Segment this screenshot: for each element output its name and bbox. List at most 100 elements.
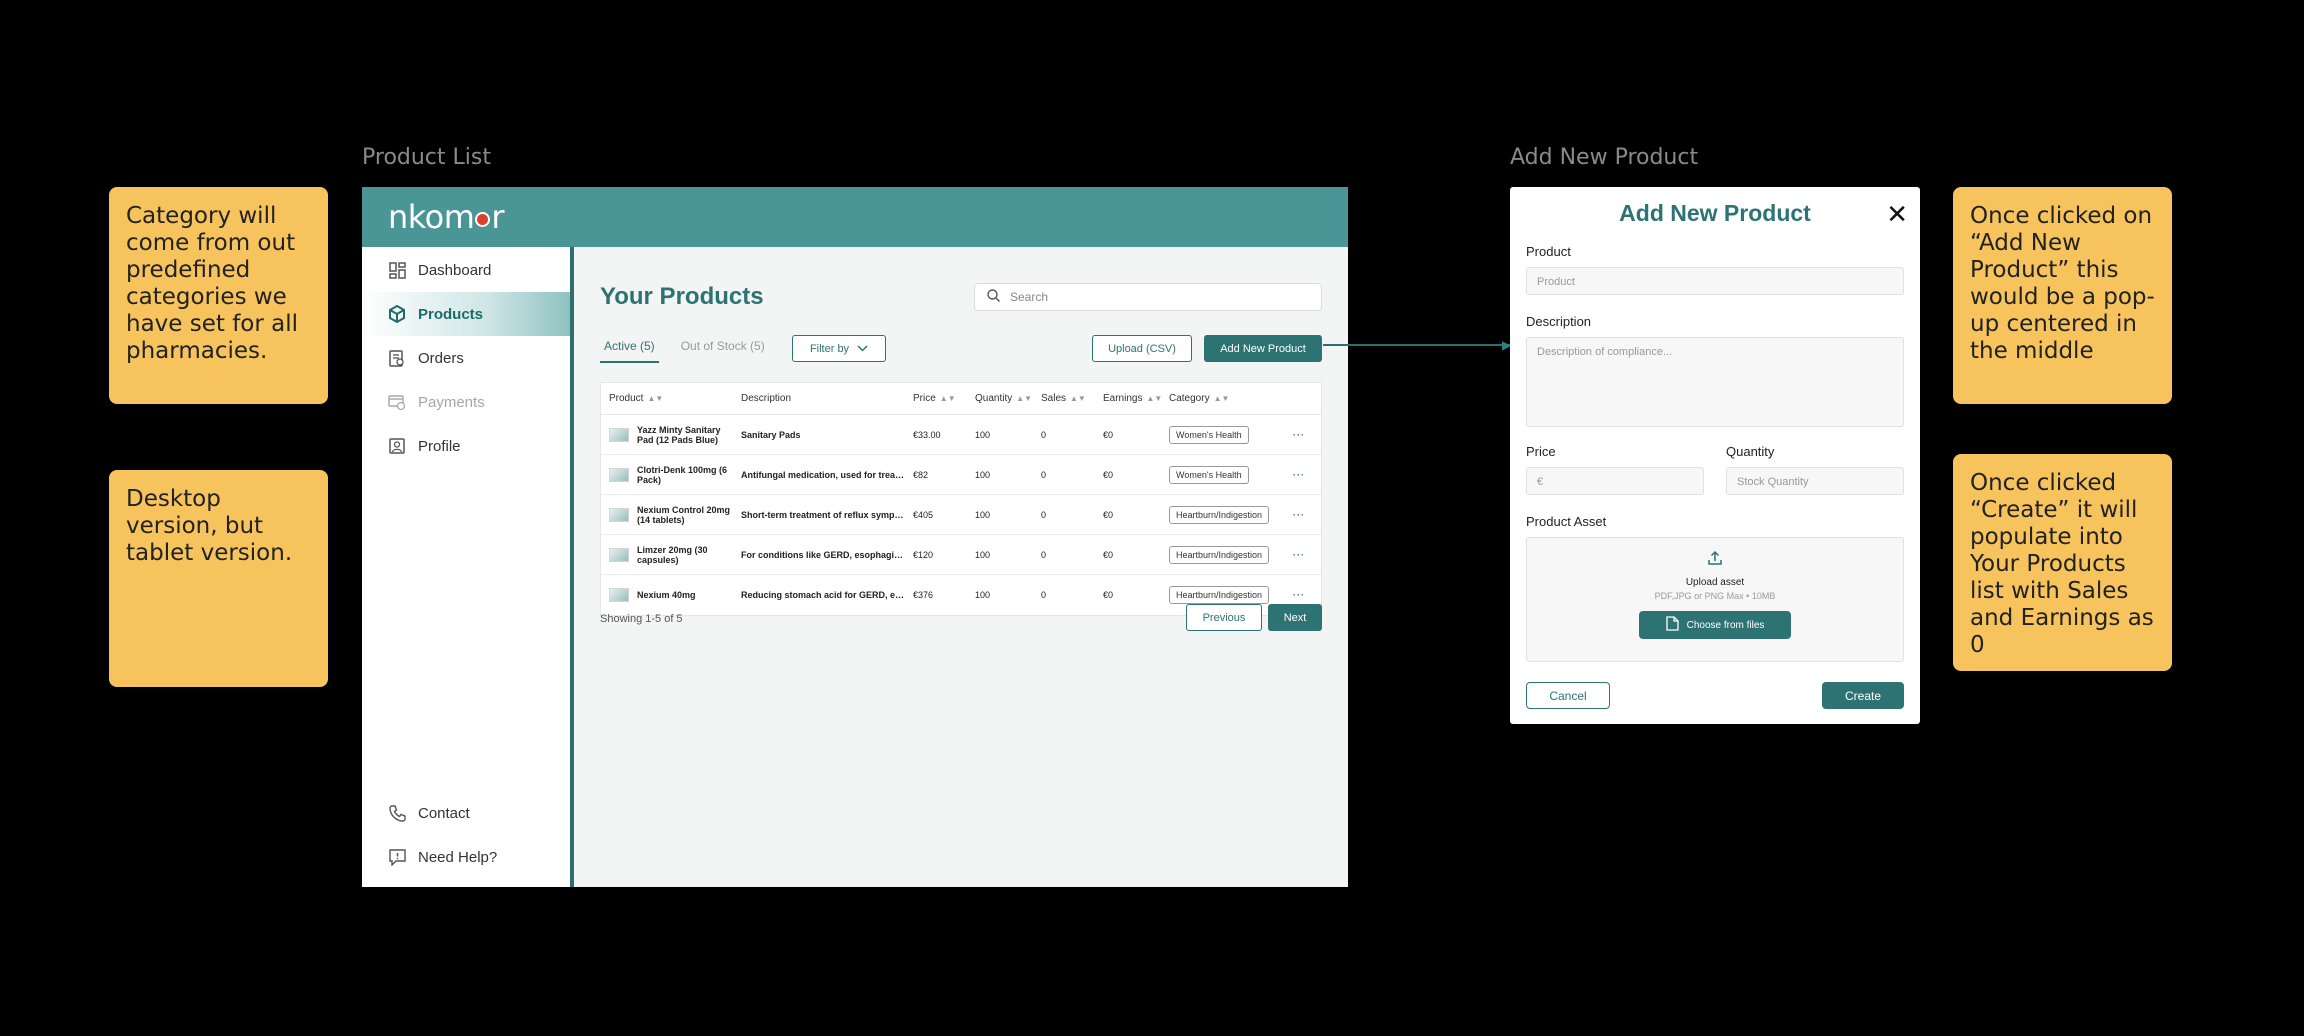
table-row[interactable]: Yazz Minty Sanitary Pad (12 Pads Blue) S… <box>601 415 1321 455</box>
asset-title: Upload asset <box>1685 577 1745 588</box>
product-price: €120 <box>913 549 934 560</box>
product-thumbnail <box>609 547 629 562</box>
sort-icon: ▲▼ <box>1016 394 1033 403</box>
product-thumbnail <box>609 467 629 482</box>
payments-icon <box>388 393 406 411</box>
filter-button[interactable]: Filter by <box>792 335 886 362</box>
add-product-modal: Add New Product ✕ Product Product Descri… <box>1510 187 1920 724</box>
product-sales: 0 <box>1041 429 1047 440</box>
sidebar-bottom: Contact Need Help? <box>362 791 570 879</box>
logo-dot-icon <box>475 211 491 227</box>
more-options-icon[interactable]: ··· <box>1285 470 1323 480</box>
product-quantity: 100 <box>975 549 991 560</box>
sidebar-item-label: Payments <box>418 393 485 411</box>
sidebar-item-products[interactable]: Products <box>362 292 570 336</box>
product-sales: 0 <box>1041 549 1047 560</box>
asset-hint: PDF,JPG or PNG Max • 10MB <box>1654 591 1776 601</box>
product-description: Short-term treatment of reflux symptoms <box>741 509 905 520</box>
product-sales: 0 <box>1041 509 1047 520</box>
tab-out-of-stock[interactable]: Out of Stock (5) <box>677 335 769 363</box>
product-description: Sanitary Pads <box>741 429 801 440</box>
product-description: For conditions like GERD, esophagitis an… <box>741 549 905 560</box>
product-price: €405 <box>913 509 934 520</box>
sidebar-item-contact[interactable]: Contact <box>362 791 570 835</box>
column-header-sales[interactable]: Sales ▲▼ <box>1033 393 1095 404</box>
product-field-label: Product <box>1526 244 1571 259</box>
note-popup: Once clicked on “Add New Product” this w… <box>1953 187 2172 404</box>
choose-files-button[interactable]: Choose from files <box>1639 611 1791 639</box>
upload-icon <box>1707 550 1723 571</box>
product-price: €33.00 <box>913 429 941 440</box>
product-price: €82 <box>913 469 929 480</box>
product-description: Reducing stomach acid for GERD, erosive … <box>741 590 905 600</box>
column-header-description: Description <box>741 393 792 404</box>
sidebar-item-label: Contact <box>418 804 470 822</box>
add-new-frame-label: Add New Product <box>1510 145 1699 170</box>
table-row[interactable]: Clotri-Denk 100mg (6 Pack) Antifungal me… <box>601 455 1321 495</box>
product-quantity: 100 <box>975 429 991 440</box>
quantity-field-label: Quantity <box>1726 444 1775 459</box>
logo-text-start: nkom <box>388 198 475 236</box>
product-sales: 0 <box>1041 590 1047 600</box>
modal-title: Add New Product <box>1619 200 1811 226</box>
logo[interactable]: nkom r <box>388 198 505 236</box>
quantity-field[interactable]: Stock Quantity <box>1726 467 1904 495</box>
close-icon[interactable]: ✕ <box>1886 199 1908 230</box>
flow-connector <box>1323 344 1510 346</box>
box-icon <box>388 305 406 323</box>
column-header-category[interactable]: Category ▲▼ <box>1161 393 1285 404</box>
sort-icon: ▲▼ <box>1070 394 1086 403</box>
column-header-earnings[interactable]: Earnings ▲▼ <box>1095 393 1162 404</box>
description-field[interactable]: Description of compliance... <box>1526 337 1904 427</box>
sidebar-item-label: Orders <box>418 349 464 367</box>
product-price: €376 <box>913 590 934 600</box>
asset-field-label: Product Asset <box>1526 514 1607 529</box>
more-options-icon[interactable]: ··· <box>1285 430 1323 440</box>
orders-icon <box>388 349 406 367</box>
create-button[interactable]: Create <box>1822 682 1904 709</box>
price-field[interactable]: € <box>1526 467 1704 495</box>
more-options-icon[interactable]: ··· <box>1285 590 1323 600</box>
search-icon <box>987 289 1000 305</box>
sidebar-item-help[interactable]: Need Help? <box>362 835 570 879</box>
column-header-quantity[interactable]: Quantity ▲▼ <box>967 393 1033 404</box>
product-earnings: €0 <box>1103 469 1114 480</box>
sidebar-item-label: Profile <box>418 437 461 455</box>
profile-icon <box>388 437 406 455</box>
column-header-price[interactable]: Price ▲▼ <box>905 393 967 404</box>
more-options-icon[interactable]: ··· <box>1285 510 1323 520</box>
sidebar-item-dashboard[interactable]: Dashboard <box>362 248 570 292</box>
phone-icon <box>388 804 406 822</box>
add-new-product-button[interactable]: Add New Product <box>1204 335 1322 362</box>
cancel-button[interactable]: Cancel <box>1526 682 1610 709</box>
product-field[interactable]: Product <box>1526 267 1904 295</box>
product-name: Yazz Minty Sanitary Pad (12 Pads Blue) <box>637 424 721 445</box>
upload-csv-button[interactable]: Upload (CSV) <box>1092 335 1192 362</box>
product-earnings: €0 <box>1103 549 1114 560</box>
table-row[interactable]: Nexium Control 20mg (14 tablets) Short-t… <box>601 495 1321 535</box>
search-placeholder: Search <box>1010 290 1049 304</box>
sidebar-item-label: Need Help? <box>418 848 498 866</box>
product-sales: 0 <box>1041 469 1047 480</box>
file-icon <box>1665 616 1679 634</box>
sidebar-item-profile[interactable]: Profile <box>362 424 570 468</box>
tab-active[interactable]: Active (5) <box>600 335 659 363</box>
sidebar-item-payments[interactable]: Payments <box>362 380 570 424</box>
search-input[interactable]: Search <box>974 283 1322 311</box>
category-badge: Heartburn/Indigestion <box>1169 586 1270 604</box>
column-header-product[interactable]: Product ▲▼ <box>601 393 733 404</box>
sidebar-item-label: Products <box>418 305 484 323</box>
sidebar-item-orders[interactable]: Orders <box>362 336 570 380</box>
sort-icon: ▲▼ <box>1213 394 1230 403</box>
pagination-status: Showing 1-5 of 5 <box>600 613 683 625</box>
note-create: Once clicked “Create” it will populate i… <box>1953 454 2172 671</box>
table-row[interactable]: Limzer 20mg (30 capsules) For conditions… <box>601 535 1321 575</box>
product-name: Nexium Control 20mg (14 tablets) <box>637 504 731 525</box>
more-options-icon[interactable]: ··· <box>1285 550 1323 560</box>
dashboard-icon <box>388 261 406 279</box>
product-quantity: 100 <box>975 509 991 520</box>
asset-dropzone[interactable]: Upload asset PDF,JPG or PNG Max • 10MB C… <box>1526 537 1904 662</box>
choose-files-label: Choose from files <box>1686 619 1765 631</box>
next-button[interactable]: Next <box>1268 604 1322 631</box>
previous-button[interactable]: Previous <box>1186 604 1262 631</box>
